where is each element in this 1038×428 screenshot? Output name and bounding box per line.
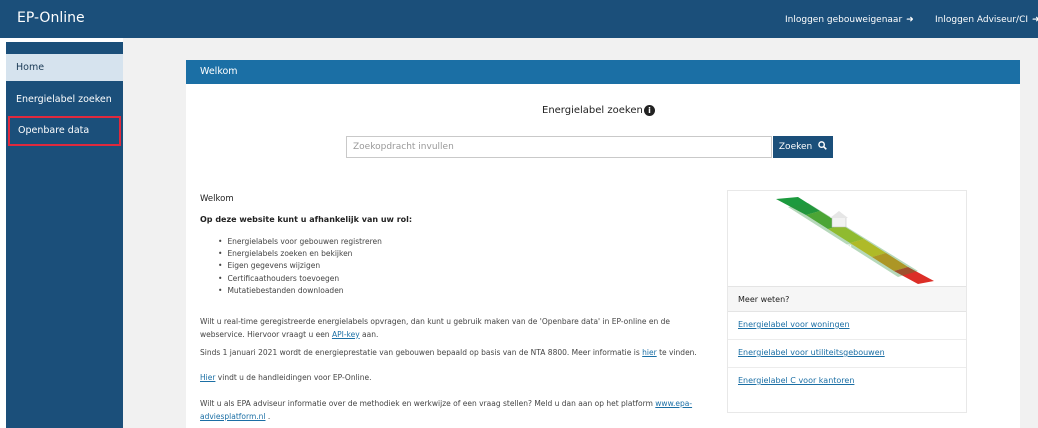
manuals-link[interactable]: Hier [200, 373, 215, 382]
list-item: Eigen gegevens wijzigen [218, 260, 382, 272]
search-title: Energielabel zoeken [542, 105, 643, 116]
info-icon[interactable]: i [644, 105, 655, 116]
more-info-heading: Meer weten? [728, 286, 966, 312]
brand-logo[interactable]: EP-Online [17, 10, 85, 26]
login-owner-label: Inloggen gebouweigenaar [785, 15, 903, 25]
link-energielabel-utiliteitsgebouwen[interactable]: Energielabel voor utiliteitsgebouwen [738, 348, 885, 357]
list-item: Certificaathouders toevoegen [218, 273, 382, 285]
search-button-label: Zoeken [778, 142, 813, 152]
login-owner-link[interactable]: Inloggen gebouweigenaar ➜ [785, 15, 914, 25]
sign-in-icon: ➜ [906, 15, 914, 25]
sidebar: Home Energielabel zoeken Openbare data [6, 42, 123, 428]
welcome-panel: Welkom Energielabel zoeken i Zoeken Welk… [186, 60, 1020, 428]
search-icon [815, 141, 827, 152]
list-item: Mutatiebestanden downloaden [218, 285, 382, 297]
search-button[interactable]: Zoeken [773, 136, 833, 158]
search-input[interactable] [346, 136, 772, 158]
link-energielabel-c-kantoren[interactable]: Energielabel C voor kantoren [738, 376, 854, 385]
nta-paragraph: Sinds 1 januari 2021 wordt de energiepre… [200, 348, 697, 357]
sidebar-item-energielabel-zoeken[interactable]: Energielabel zoeken [6, 86, 123, 113]
info-card: B A Meer weten? Energielabel voor woning… [727, 190, 967, 413]
login-advisor-link[interactable]: Inloggen Adviseur/CI ➜ [935, 15, 1038, 25]
label-letter: A [880, 271, 887, 282]
list-item: Energielabels zoeken en bekijken [218, 248, 382, 260]
api-key-link[interactable]: API-key [332, 330, 360, 339]
link-energielabel-woningen[interactable]: Energielabel voor woningen [738, 320, 850, 329]
content-subtitle: Op deze website kunt u afhankelijk van u… [200, 215, 413, 224]
sidebar-item-openbare-data[interactable]: Openbare data [8, 116, 121, 146]
sidebar-item-home[interactable]: Home [6, 54, 123, 81]
energy-label-image: B A [728, 191, 966, 286]
sign-in-icon: ➜ [1032, 15, 1038, 25]
divider [728, 339, 966, 340]
role-list: Energielabels voor gebouwen registreren … [218, 236, 382, 297]
manual-paragraph: Hier vindt u de handleidingen voor EP-On… [200, 373, 372, 382]
top-navbar: EP-Online Inloggen gebouweigenaar ➜ Inlog… [0, 0, 1038, 38]
panel-title: Welkom [186, 60, 1020, 84]
label-letter: B [846, 244, 852, 254]
api-paragraph: Wilt u real-time geregistreerde energiel… [200, 317, 671, 339]
nta-info-link[interactable]: hier [642, 348, 657, 357]
login-advisor-label: Inloggen Adviseur/CI [935, 15, 1029, 25]
content-title: Welkom [200, 194, 234, 204]
platform-paragraph: Wilt u als EPA adviseur informatie over … [200, 399, 693, 421]
divider [728, 367, 966, 368]
list-item: Energielabels voor gebouwen registreren [218, 236, 381, 248]
